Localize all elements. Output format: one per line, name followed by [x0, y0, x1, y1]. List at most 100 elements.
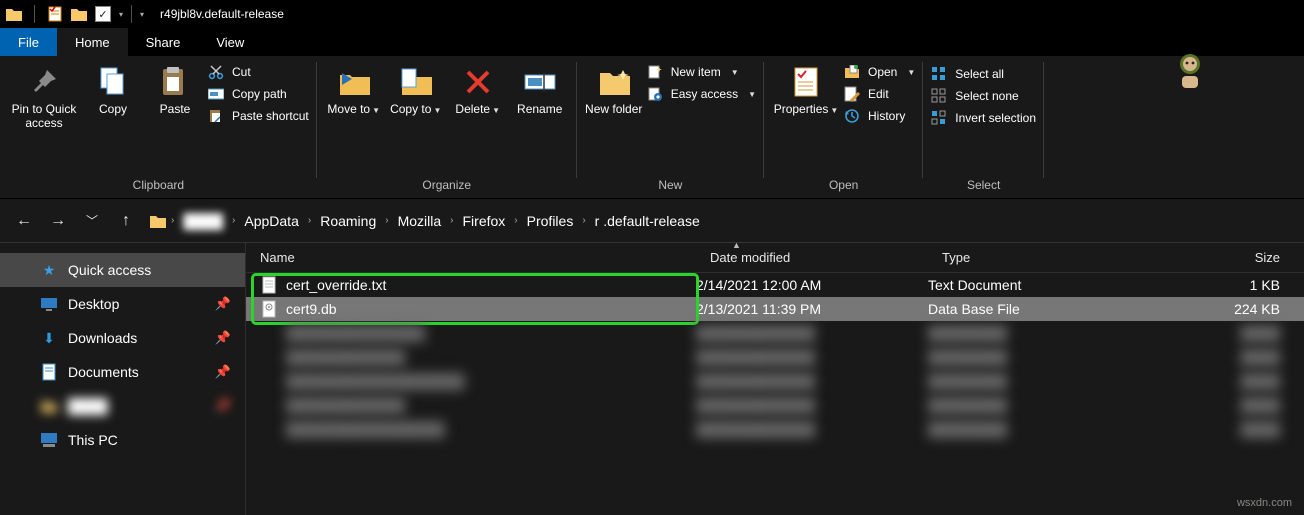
file-date: 2/14/2021 12:00 AM: [696, 277, 928, 293]
group-organize-label: Organize: [325, 178, 569, 196]
history-label: History: [868, 109, 905, 123]
column-header-type[interactable]: Type: [928, 243, 1134, 272]
file-row[interactable]: cert_override.txt 2/14/2021 12:00 AM Tex…: [246, 273, 1304, 297]
properties-icon: [790, 66, 822, 98]
group-new: New folder New item▼ Easy access▼ New: [577, 56, 764, 198]
paste-shortcut-icon: [208, 108, 224, 124]
sidebar-this-pc[interactable]: This PC: [0, 423, 245, 457]
recent-locations-button[interactable]: ﹀: [82, 212, 102, 229]
select-all-button[interactable]: Select all: [931, 66, 1036, 82]
delete-label: Delete▼: [455, 102, 500, 118]
new-item-label: New item: [671, 65, 721, 79]
breadcrumb-chevron-icon[interactable]: ›: [511, 215, 520, 226]
up-button[interactable]: ↑: [116, 212, 136, 230]
new-folder-qat-icon[interactable]: [71, 6, 87, 22]
select-none-icon: [931, 88, 947, 104]
ribbon: Pin to Quick access Copy Paste: [0, 56, 1304, 198]
breadcrumb-chevron-icon[interactable]: ›: [447, 215, 456, 226]
this-pc-icon: [40, 432, 58, 448]
copy-icon: [97, 66, 129, 98]
checkbox-qat-icon[interactable]: ✓: [95, 6, 111, 22]
tab-home[interactable]: Home: [57, 28, 128, 56]
file-row-blurred: ██████████████████ █████████████████████…: [246, 369, 1304, 393]
copy-to-button[interactable]: Copy to▼: [387, 62, 445, 118]
breadcrumb-item-current[interactable]: r .default-release: [591, 213, 704, 229]
move-to-button[interactable]: Move to▼: [325, 62, 383, 118]
forward-button[interactable]: →: [48, 212, 68, 230]
copy-path-button[interactable]: Copy path: [208, 86, 309, 102]
edit-button[interactable]: Edit: [844, 86, 915, 102]
scissors-icon: [208, 64, 224, 80]
delete-button[interactable]: Delete▼: [449, 62, 507, 118]
new-folder-button[interactable]: New folder: [585, 62, 643, 116]
sidebar-label: This PC: [68, 432, 118, 448]
sidebar-hidden-item[interactable]: ████ 📌: [0, 389, 245, 423]
properties-label: Properties▼: [774, 102, 839, 118]
breadcrumb-item[interactable]: AppData: [240, 213, 302, 229]
breadcrumb-chevron-icon[interactable]: ›: [168, 215, 177, 226]
file-row[interactable]: cert9.db 2/13/2021 11:39 PM Data Base Fi…: [246, 297, 1304, 321]
sidebar-label: Documents: [68, 364, 139, 380]
pin-label: Pin to Quick access: [8, 102, 80, 130]
file-date: 2/13/2021 11:39 PM: [696, 301, 928, 317]
breadcrumb-item[interactable]: Firefox: [459, 213, 510, 229]
cut-button[interactable]: Cut: [208, 64, 309, 80]
select-none-button[interactable]: Select none: [931, 88, 1036, 104]
pin-to-quick-access-button[interactable]: Pin to Quick access: [8, 62, 80, 130]
group-organize: Move to▼ Copy to▼ Delete▼ Rename: [317, 56, 577, 198]
move-to-icon: [338, 66, 370, 98]
rename-button[interactable]: Rename: [511, 62, 569, 116]
edit-icon: [844, 86, 860, 102]
file-rows: cert_override.txt 2/14/2021 12:00 AM Tex…: [246, 273, 1304, 441]
breadcrumb-chevron-icon[interactable]: ›: [305, 215, 314, 226]
sidebar-desktop[interactable]: Desktop 📌: [0, 287, 245, 321]
column-header-name[interactable]: Name: [246, 243, 696, 272]
pin-icon: 📌: [215, 364, 231, 380]
title-dropdown-icon[interactable]: ▾: [140, 10, 144, 19]
easy-access-label: Easy access: [671, 87, 738, 101]
sidebar-documents[interactable]: Documents 📌: [0, 355, 245, 389]
breadcrumb-chevron-icon[interactable]: ›: [229, 215, 238, 226]
breadcrumb-folder-icon: [150, 213, 166, 229]
copy-label: Copy: [99, 102, 127, 116]
paste-shortcut-button[interactable]: Paste shortcut: [208, 108, 309, 124]
breadcrumb-chevron-icon[interactable]: ›: [579, 215, 588, 226]
breadcrumb-item[interactable]: Profiles: [523, 213, 578, 229]
folder-icon[interactable]: [6, 6, 22, 22]
move-to-label: Move to▼: [327, 102, 380, 118]
file-row-blurred: ████████████████ ███████████████████████…: [246, 417, 1304, 441]
text-file-icon: [260, 276, 278, 294]
qat-dropdown-icon[interactable]: ▾: [119, 10, 123, 19]
paste-label: Paste: [160, 102, 191, 116]
sidebar-quick-access[interactable]: ★ Quick access: [0, 253, 245, 287]
breadcrumb-item-user[interactable]: ████: [179, 213, 227, 229]
tab-share[interactable]: Share: [128, 28, 199, 56]
column-header-size[interactable]: Size: [1134, 243, 1304, 272]
tab-file[interactable]: File: [0, 28, 57, 56]
sidebar-downloads[interactable]: ⬇ Downloads 📌: [0, 321, 245, 355]
copy-button[interactable]: Copy: [84, 62, 142, 116]
open-label: Open: [868, 65, 897, 79]
breadcrumb-item[interactable]: Roaming: [316, 213, 380, 229]
file-row-blurred: ████████████ ████████████████████████: [246, 393, 1304, 417]
breadcrumb-chevron-icon[interactable]: ›: [382, 215, 391, 226]
address-breadcrumb[interactable]: › ████ › AppData › Roaming › Mozilla › F…: [150, 207, 1290, 235]
db-file-icon: [260, 300, 278, 318]
tab-view[interactable]: View: [198, 28, 262, 56]
history-button[interactable]: History: [844, 108, 915, 124]
file-list-pane: ▲ Name Date modified Type Size cert_over…: [246, 243, 1304, 515]
properties-button[interactable]: Properties▼: [772, 62, 840, 118]
easy-access-button[interactable]: Easy access▼: [647, 86, 756, 102]
invert-selection-button[interactable]: Invert selection: [931, 110, 1036, 126]
breadcrumb-item[interactable]: Mozilla: [394, 213, 446, 229]
paste-button[interactable]: Paste: [146, 62, 204, 116]
watermark: wsxdn.com: [1237, 497, 1292, 509]
column-header-date[interactable]: Date modified: [696, 243, 928, 272]
open-button[interactable]: Open▼: [844, 64, 915, 80]
content-area: ★ Quick access Desktop 📌 ⬇ Downloads 📌: [0, 242, 1304, 515]
file-row-blurred: ██████████████ ████████████████████████: [246, 321, 1304, 345]
new-item-button[interactable]: New item▼: [647, 64, 756, 80]
properties-qat-icon[interactable]: [47, 6, 63, 22]
cut-label: Cut: [232, 65, 251, 79]
back-button[interactable]: ←: [14, 212, 34, 230]
